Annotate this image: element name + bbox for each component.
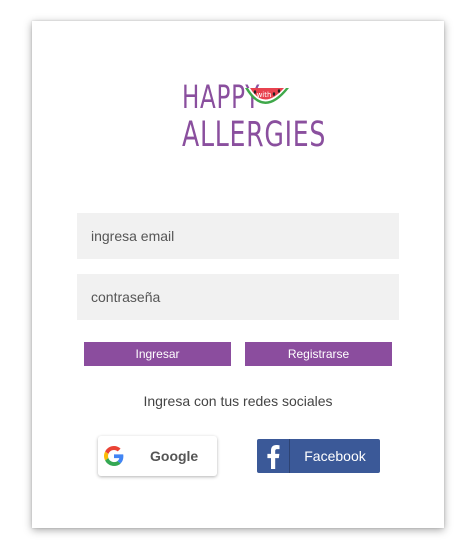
- google-label: Google: [150, 448, 199, 464]
- login-card: HAPPY with ALLERGIES Ingresar Registrars…: [32, 21, 444, 528]
- logo-with-text: with: [257, 91, 272, 99]
- facebook-f-icon: [267, 445, 280, 469]
- social-login-caption: Ingresa con tus redes sociales: [143, 393, 333, 409]
- password-input[interactable]: [77, 274, 399, 320]
- facebook-icon-box: [257, 439, 290, 473]
- google-g-icon: [104, 446, 124, 466]
- email-input[interactable]: [77, 213, 399, 259]
- login-button[interactable]: Ingresar: [84, 342, 231, 366]
- google-login-button[interactable]: Google: [98, 436, 217, 476]
- register-button[interactable]: Registrarse: [245, 342, 392, 366]
- happy-with-allergies-logo: HAPPY with ALLERGIES: [182, 77, 325, 159]
- logo-allergies-text: ALLERGIES: [182, 115, 327, 155]
- watermelon-icon: with: [245, 88, 289, 104]
- facebook-login-button[interactable]: Facebook: [257, 439, 380, 473]
- facebook-label: Facebook: [304, 448, 366, 464]
